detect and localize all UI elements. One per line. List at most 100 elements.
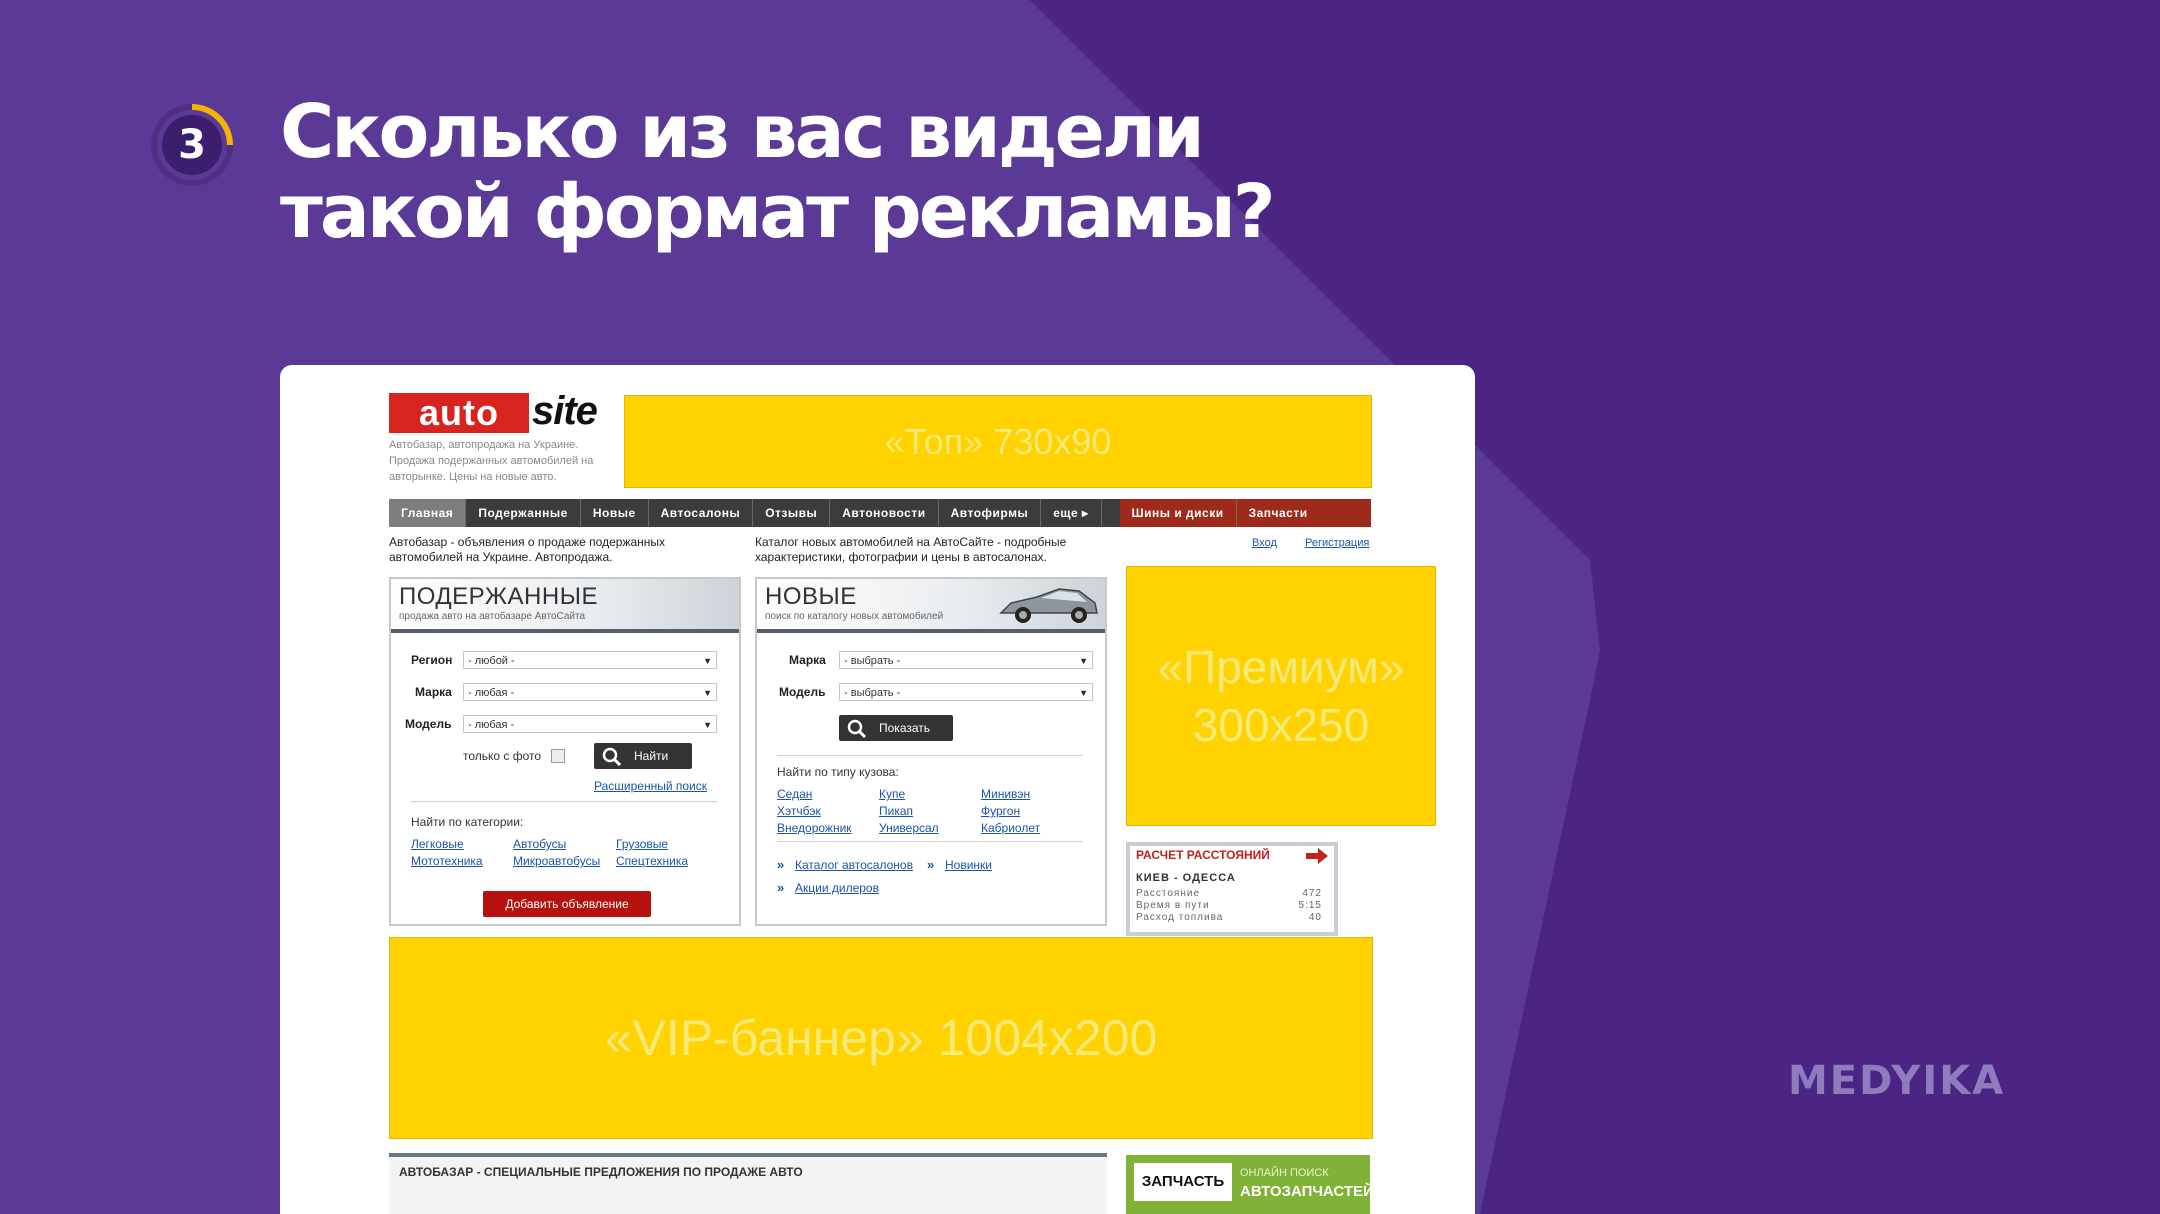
divider [411, 801, 717, 802]
distance-row: Расстояние 472 [1136, 888, 1328, 899]
category-link[interactable]: Мототехника [411, 854, 483, 868]
category-link[interactable]: Легковые [411, 837, 464, 851]
new-cars-panel: НОВЫЕ поиск по каталогу новых автомобиле… [755, 577, 1107, 926]
distance-row-label: Расстояние [1136, 888, 1201, 899]
chevron-down-icon: ▼ [1079, 688, 1088, 698]
body-type-link[interactable]: Пикап [879, 804, 913, 818]
category-link[interactable]: Микроавтобусы [513, 854, 600, 868]
nav-item-parts[interactable]: Запчасти [1236, 499, 1371, 527]
distance-row-label: Время в пути [1136, 900, 1210, 911]
add-listing-button[interactable]: Добавить объявление [483, 891, 651, 917]
show-button[interactable]: Показать [839, 715, 953, 741]
category-link[interactable]: Грузовые [616, 837, 668, 851]
body-type-link[interactable]: Внедорожник [777, 821, 852, 835]
new-make-select[interactable]: - выбрать - ▼ [839, 651, 1093, 669]
search-icon [602, 747, 622, 767]
distance-row-value: 472 [1302, 888, 1322, 899]
parts-logo: ЗАПЧАСТЬ [1134, 1163, 1232, 1201]
body-type-link[interactable]: Седан [777, 787, 812, 801]
nav-spacer [1101, 499, 1120, 527]
nav-item-reviews[interactable]: Отзывы [753, 499, 831, 527]
body-type-link[interactable]: Универсал [879, 821, 939, 835]
divider [777, 841, 1083, 842]
intro-new-line2: характеристики, фотографии и цены в авто… [755, 550, 1047, 564]
distance-row-label: Расход топлива [1136, 912, 1224, 923]
intro-used-line2: автомобилей на Украине. Автопродажа. [389, 550, 613, 564]
new-arrivals-link[interactable]: Новинки [945, 858, 992, 872]
distance-row-value: 40 [1308, 912, 1322, 923]
new-panel-header: НОВЫЕ поиск по каталогу новых автомобиле… [757, 579, 1105, 633]
body-type-link[interactable]: Минивэн [981, 787, 1030, 801]
chevron-down-icon: ▼ [1079, 656, 1088, 666]
new-panel-subtitle: поиск по каталогу новых автомобилей [765, 611, 944, 622]
make-select[interactable]: - любая - ▼ [463, 683, 717, 701]
distance-route: КИЕВ - ОДЕССА [1136, 872, 1236, 884]
register-link[interactable]: Регистрация [1305, 537, 1369, 549]
ad-premium-banner[interactable]: «Премиум» 300x250 [1126, 566, 1436, 826]
body-type-link[interactable]: Купе [879, 787, 905, 801]
special-offers-section: АВТОБАЗАР - СПЕЦИАЛЬНЫЕ ПРЕДЛОЖЕНИЯ ПО П… [389, 1153, 1107, 1214]
intro-new-line1: Каталог новых автомобилей на АвтоСайте -… [755, 535, 1067, 549]
ad-top-banner[interactable]: «Топ» 730x90 [624, 395, 1372, 488]
advanced-search-link[interactable]: Расширенный поиск [594, 779, 707, 793]
website-screenshot-card: auto site Автобазар, автопродажа на Укра… [280, 365, 1475, 1214]
nav-item-dealers[interactable]: Автосалоны [649, 499, 754, 527]
arrow-right-icon [1306, 848, 1328, 864]
body-type-link[interactable]: Хэтчбэк [777, 804, 821, 818]
chevron-down-icon: ▼ [703, 720, 712, 730]
site-logo-auto[interactable]: auto [389, 393, 529, 433]
make-select-value: - любая - [468, 687, 515, 699]
ad-premium-label: «Премиум» 300x250 [1158, 638, 1405, 754]
distance-calculator-widget[interactable]: РАСЧЕТ РАССТОЯНИЙ КИЕВ - ОДЕССА Расстоян… [1126, 842, 1338, 936]
region-select[interactable]: - любой - ▼ [463, 651, 717, 669]
login-link[interactable]: Вход [1252, 537, 1277, 549]
region-select-value: - любой - [468, 655, 515, 667]
nav-item-companies[interactable]: Автофирмы [939, 499, 1042, 527]
nav-item-tires[interactable]: Шины и диски [1119, 499, 1237, 527]
slide-title-line1: Сколько из вас видели [280, 89, 1205, 175]
photo-only-checkbox[interactable] [551, 749, 565, 763]
used-panel-header: ПОДЕРЖАННЫЕ продажа авто на автобазаре А… [391, 579, 739, 633]
brand-logo: MEDYIKA [1788, 1058, 2006, 1104]
parts-search-banner[interactable]: ЗАПЧАСТЬ ОНЛАЙН ПОИСК АВТОЗАПЧАСТЕЙ [1126, 1155, 1374, 1214]
nav-item-news[interactable]: Автоновости [830, 499, 939, 527]
step-number: 3 [178, 122, 206, 168]
body-type-link[interactable]: Кабриолет [981, 821, 1040, 835]
find-button-label: Найти [634, 749, 669, 763]
category-link[interactable]: Спецтехника [616, 854, 688, 868]
nav-item-new[interactable]: Новые [581, 499, 649, 527]
new-model-select[interactable]: - выбрать - ▼ [839, 683, 1093, 701]
ad-vip-banner[interactable]: «VIP-баннер» 1004x200 [389, 937, 1373, 1139]
double-chevron-icon: » [777, 857, 785, 872]
new-make-label: Марка [789, 653, 826, 667]
show-button-label: Показать [879, 721, 931, 735]
ad-premium-line2: 300x250 [1192, 699, 1370, 751]
intro-used: Автобазар - объявления о продаже подержа… [389, 535, 665, 565]
model-label: Модель [405, 717, 452, 731]
double-chevron-icon: » [927, 857, 935, 872]
categories-label: Найти по категории: [411, 815, 524, 829]
body-type-link[interactable]: Фургон [981, 804, 1020, 818]
nav-item-used[interactable]: Подержанные [466, 499, 581, 527]
chevron-down-icon: ▼ [703, 656, 712, 666]
dealers-catalog-link[interactable]: Каталог автосалонов [795, 858, 913, 872]
new-model-label: Модель [779, 685, 826, 699]
region-label: Регион [411, 653, 453, 667]
ad-top-label: «Топ» 730x90 [884, 420, 1112, 462]
site-logo-site[interactable]: site [532, 389, 598, 434]
category-link[interactable]: Автобусы [513, 837, 566, 851]
car-icon [999, 588, 1098, 623]
nav-item-more[interactable]: еще ▸ [1041, 499, 1102, 527]
make-label: Марка [415, 685, 452, 699]
search-icon [847, 719, 867, 739]
double-chevron-icon: » [777, 880, 785, 895]
used-panel-subtitle: продажа авто на автобазаре АвтоСайта [399, 611, 586, 622]
nav-item-home[interactable]: Главная [389, 499, 467, 527]
distance-row: Расход топлива 40 [1136, 912, 1328, 923]
ad-premium-line1: «Премиум» [1157, 641, 1405, 693]
intro-used-line1: Автобазар - объявления о продаже подержа… [389, 535, 666, 549]
new-panel-title: НОВЫЕ [765, 583, 857, 610]
find-button[interactable]: Найти [594, 743, 692, 769]
model-select[interactable]: - любая - ▼ [463, 715, 717, 733]
dealer-promos-link[interactable]: Акции дилеров [795, 881, 879, 895]
